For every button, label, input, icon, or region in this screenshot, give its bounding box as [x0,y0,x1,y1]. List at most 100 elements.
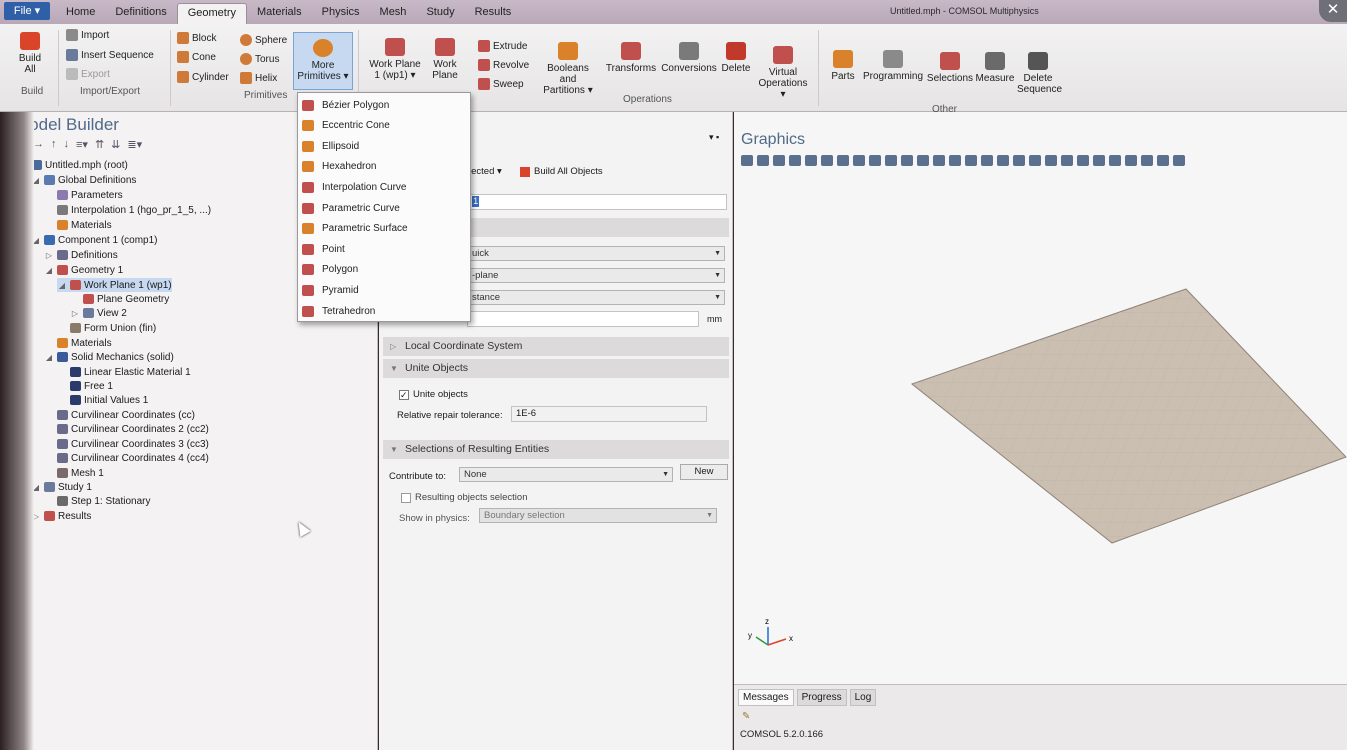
tree-item[interactable]: ◢Untitled.mph (root) [18,158,128,172]
menu-item-b-zier-polygon[interactable]: Bézier Polygon [302,96,466,114]
menu-item-parametric-curve[interactable]: Parametric Curve [302,199,466,217]
scene-icon[interactable] [949,154,961,166]
tab-study[interactable]: Study [416,3,464,24]
transforms-button[interactable]: Transforms [603,42,659,74]
offset-type-select[interactable]: stance ▼ [467,290,725,305]
tree-item[interactable]: Curvilinear Coordinates 4 (cc4) [44,451,209,465]
insert-sequence-button[interactable]: Insert Sequence [66,47,154,63]
tab-materials[interactable]: Materials [247,3,312,24]
collapse-icon[interactable]: ⇈ [95,138,104,151]
show-in-physics-select[interactable]: Boundary selection ▼ [479,508,717,523]
graphics-canvas[interactable]: z x y [734,172,1347,682]
tree-item[interactable]: ▷ View 2 [70,306,127,320]
block-button[interactable]: Block [177,30,216,46]
tree-item[interactable]: Mesh 1 [44,466,104,480]
export-button[interactable]: Export [66,66,110,82]
tree-toggle-icon[interactable]: ▷ [44,251,54,260]
tab-physics[interactable]: Physics [312,3,370,24]
zoom-out-icon[interactable] [757,154,769,166]
tab-progress[interactable]: Progress [796,689,847,706]
section-unite-objects[interactable]: ▼ Unite Objects [383,359,729,378]
delete-button[interactable]: Delete [720,42,752,74]
work-plane-dropdown[interactable]: Work Plane 1 (wp1) ▾ [365,38,425,81]
menu-item-eccentric-cone[interactable]: Eccentric Cone [302,117,466,135]
tree-toggle-icon[interactable]: ▷ [70,309,80,318]
tree-item[interactable]: Curvilinear Coordinates 3 (cc3) [44,437,209,451]
extrude-button[interactable]: Extrude [478,38,527,54]
cylinder-button[interactable]: Cylinder [177,69,229,85]
move-up-icon[interactable]: ↑ [51,138,57,151]
menu-item-interpolation-curve[interactable]: Interpolation Curve [302,178,466,196]
tree-item[interactable]: ▷ Results [31,509,91,523]
forward-arrow-icon[interactable]: → [33,138,44,151]
zoom-extents-icon[interactable] [805,154,817,166]
reset-icon[interactable] [1109,154,1121,166]
build-all-button[interactable]: Build All [10,32,50,75]
measure-button[interactable]: Measure [975,52,1015,84]
contribute-to-select[interactable]: None ▼ [459,467,673,482]
zoom-selected-icon[interactable] [789,154,801,166]
render-icon[interactable] [901,154,913,166]
torus-button[interactable]: Torus [240,51,279,67]
unite-objects-checkbox[interactable]: ✓ Unite objects [399,389,468,400]
cone-button[interactable]: Cone [177,49,216,65]
menu-item-parametric-surface[interactable]: Parametric Surface [302,220,466,238]
zoom-in-icon[interactable] [741,154,753,166]
tree-item[interactable]: Step 1: Stationary [44,494,151,508]
menu-item-hexahedron[interactable]: Hexahedron [302,158,466,176]
tab-messages[interactable]: Messages [738,689,794,706]
expand-icon[interactable]: ⇊ [111,138,120,151]
show-icon[interactable]: ≡▾ [76,138,88,151]
tree-toggle-icon[interactable]: ◢ [57,281,67,290]
revolve-button[interactable]: Revolve [478,57,529,73]
build-all-objects-button[interactable]: Build All Objects [520,166,603,177]
layout-icon[interactable] [1157,154,1169,166]
axes-icon[interactable] [981,154,993,166]
view-zx-icon[interactable] [869,154,881,166]
tree-item[interactable]: ▷ Definitions [44,248,118,262]
new-button[interactable]: New [680,464,728,480]
menu-item-ellipsoid[interactable]: Ellipsoid [302,137,466,155]
sweep-button[interactable]: Sweep [478,76,524,92]
repair-tolerance-input[interactable]: 1E-6 [511,406,707,422]
tab-geometry[interactable]: Geometry [176,3,247,24]
menu-item-point[interactable]: Point [302,240,466,258]
tree-item[interactable]: ◢ Work Plane 1 (wp1) [57,278,172,292]
tree-item[interactable]: Initial Values 1 [57,393,148,407]
tree-item[interactable]: Plane Geometry [70,292,169,306]
tree-item[interactable]: ◢ Global Definitions [31,173,136,187]
resulting-objects-selection-checkbox[interactable]: Resulting objects selection [401,492,527,503]
view-settings-icon[interactable] [1141,154,1153,166]
sphere-button[interactable]: Sphere [240,32,287,48]
tree-item[interactable]: Materials [44,218,112,232]
more-primitives-button[interactable]: More Primitives ▾ [293,32,353,90]
image-icon[interactable] [997,154,1009,166]
show-icon[interactable] [1093,154,1105,166]
parts-button[interactable]: Parts [828,50,858,82]
tree-item[interactable]: Curvilinear Coordinates 2 (cc2) [44,422,209,436]
panel-icon[interactable] [1173,154,1185,166]
select-icon[interactable] [1045,154,1057,166]
close-icon[interactable]: ✕ [1319,0,1347,22]
zoom-box-icon[interactable] [773,154,785,166]
move-down-icon[interactable]: ↓ [64,138,70,151]
transparency-icon[interactable] [917,154,929,166]
tree-item[interactable]: ◢ Component 1 (comp1) [31,233,158,247]
tab-home[interactable]: Home [56,3,105,24]
label-field[interactable]: 1 [467,194,727,210]
import-button[interactable]: Import [66,27,109,43]
view-yz-icon[interactable] [853,154,865,166]
tree-item[interactable]: Materials [44,336,112,350]
section-selections-resulting-entities[interactable]: ▼ Selections of Resulting Entities [383,440,729,459]
offset-distance-input[interactable] [467,311,699,327]
hide-icon[interactable] [1077,154,1089,166]
menu-item-tetrahedron[interactable]: Tetrahedron [302,302,466,320]
section-local-coordinate-system[interactable]: ▷ Local Coordinate System [383,337,729,356]
build-selected-button[interactable]: lected ▾ [469,166,502,177]
tree-item[interactable]: Interpolation 1 (hgo_pr_1_5, ...) [44,203,211,217]
tree-item[interactable]: ◢ Solid Mechanics (solid) [44,350,174,364]
undo-icon[interactable] [1125,154,1137,166]
grid-icon[interactable] [965,154,977,166]
virtual-operations-button[interactable]: Virtual Operations ▾ [754,46,812,100]
tab-mesh[interactable]: Mesh [370,3,417,24]
